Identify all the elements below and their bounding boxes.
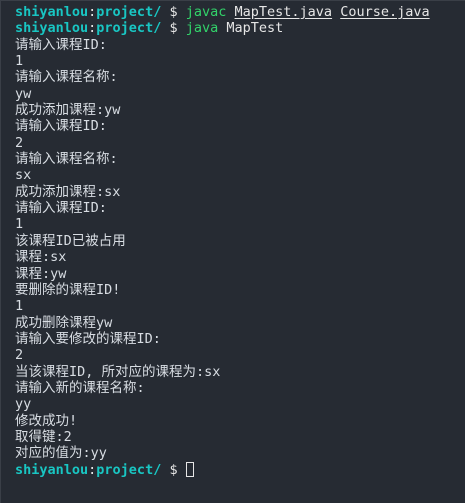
output-line: 对应的值为:yy <box>15 445 107 462</box>
output-line: 请输入新的课程名称: <box>15 379 145 396</box>
output-line: 取得键:2 <box>15 428 72 445</box>
output-line: 请输入课程名称: <box>15 69 118 86</box>
prompt-user: shiyanlou <box>15 4 89 20</box>
command-arg: MapTest <box>226 20 284 37</box>
cursor-block-icon[interactable] <box>185 461 194 477</box>
prompt-symbol: $ <box>169 20 178 37</box>
command-arg: Course.java <box>340 4 430 20</box>
output-line: 成功删除课程yw <box>15 314 113 331</box>
output-line: 请输入课程ID: <box>15 118 107 135</box>
output-line: sx <box>15 167 32 184</box>
output-line: 2 <box>15 134 24 151</box>
command-name: javac <box>185 4 227 20</box>
output-line: 课程:sx <box>15 249 67 266</box>
prompt-user: shiyanlou <box>15 461 89 478</box>
command-name: java <box>185 20 219 37</box>
output-line: 修改成功! <box>15 412 78 429</box>
command-line-java: shiyanlou:project/ $ java MapTest <box>15 20 465 36</box>
prompt-path: project/ <box>96 461 162 478</box>
command-line-javac: shiyanlou:project/ $ javac MapTest.java … <box>15 4 465 20</box>
output-line: 2 <box>15 347 24 364</box>
output-line: 1 <box>15 298 24 315</box>
prompt-symbol: $ <box>169 461 178 478</box>
output-line: 成功添加课程:yw <box>15 102 121 119</box>
output-line: 请输入要修改的课程ID: <box>15 330 161 347</box>
command-arg: MapTest.java <box>234 4 333 20</box>
terminal-window[interactable]: shiyanlou:project/ $ javac MapTest.java … <box>0 0 465 503</box>
output-line: 请输入课程名称: <box>15 151 118 168</box>
output-line: 成功添加课程:sx <box>15 183 121 200</box>
prompt-path: project/ <box>96 4 162 20</box>
output-line: 请输入课程ID: <box>15 36 107 53</box>
prompt-path: project/ <box>96 20 162 37</box>
prompt-symbol: $ <box>169 4 178 20</box>
command-line-prompt[interactable]: shiyanlou:project/ $ <box>15 461 465 478</box>
prompt-user: shiyanlou <box>15 20 89 37</box>
output-line: 课程:yw <box>15 265 67 282</box>
output-line: 当该课程ID, 所对应的课程为:sx <box>15 363 221 380</box>
output-line: 该课程ID已被占用 <box>15 232 126 249</box>
output-line: yy <box>15 396 32 413</box>
output-line: 1 <box>15 216 24 233</box>
output-line: 要删除的课程ID! <box>15 281 121 298</box>
output-line: yw <box>15 85 32 102</box>
output-line: 1 <box>15 53 24 70</box>
output-line: 请输入课程ID: <box>15 200 107 217</box>
